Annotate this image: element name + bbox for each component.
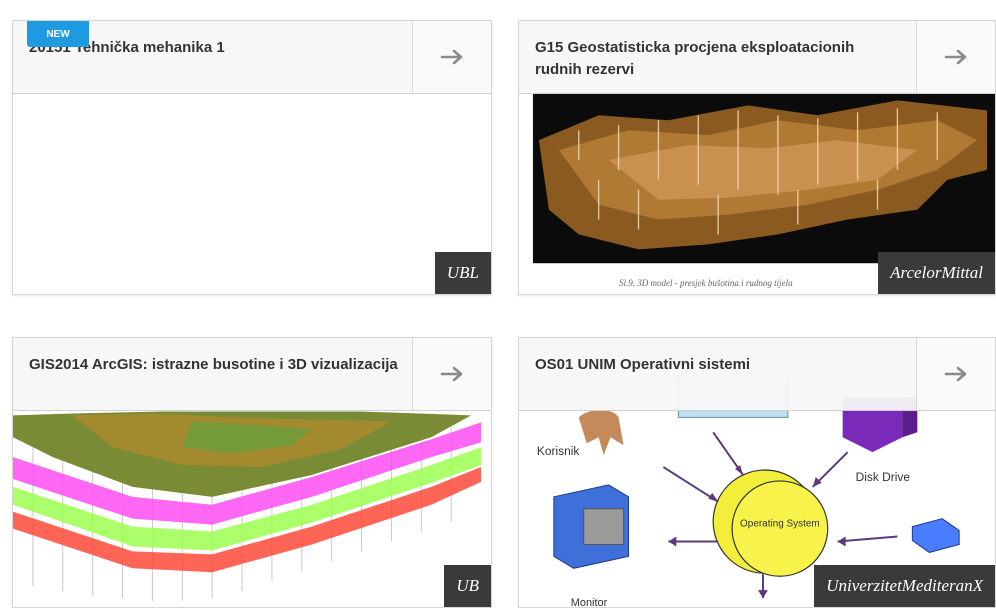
image-caption: Sl.9. 3D model - presjek bušotina i rudn… <box>619 278 793 288</box>
diagram-label-disk: Disk Drive <box>856 470 911 484</box>
diagram-label-monitor: Monitor <box>571 597 608 607</box>
open-course-button[interactable] <box>412 338 491 410</box>
open-course-button[interactable] <box>916 338 995 410</box>
arrow-right-icon <box>440 49 463 65</box>
card-header: GIS2014 ArcGIS: istrazne busotine i 3D v… <box>13 338 491 411</box>
course-title[interactable]: G15 Geostatisticka procjena eksploatacio… <box>535 37 905 81</box>
course-card-geostatisticka-procjena[interactable]: Sl.9. 3D model - presjek bušotina i rudn… <box>518 20 996 295</box>
open-course-button[interactable] <box>916 21 995 93</box>
org-badge: UniverzitetMediteranX <box>814 565 995 607</box>
diagram-label-os: Operating System <box>740 519 820 530</box>
org-badge: ArcelorMittal <box>878 252 995 294</box>
diagram-label-user: Korisnik <box>537 444 580 458</box>
course-card-gis-arcgis[interactable]: GIS2014 ArcGIS: istrazne busotine i 3D v… <box>12 337 492 608</box>
course-title[interactable]: GIS2014 ArcGIS: istrazne busotine i 3D v… <box>29 354 399 376</box>
org-badge: UBL <box>434 252 491 294</box>
arrow-right-icon <box>440 366 463 382</box>
course-title[interactable]: OS01 UNIM Operativni sistemi <box>535 354 905 376</box>
card-header: OS01 UNIM Operativni sistemi <box>519 338 995 411</box>
new-badge: NEW <box>27 21 89 47</box>
course-card-tehnicka-mehanika[interactable]: 20151 Tehnička mehanika 1 NEW UBL <box>12 20 492 295</box>
arrow-right-icon <box>944 49 967 65</box>
course-card-operativni-sistemi[interactable]: Korisnik Disk Drive Operating System Mon… <box>518 337 996 608</box>
card-header: G15 Geostatisticka procjena eksploatacio… <box>519 21 995 94</box>
org-badge: UB <box>444 565 491 607</box>
arrow-right-icon <box>944 366 967 382</box>
open-course-button[interactable] <box>412 21 491 93</box>
